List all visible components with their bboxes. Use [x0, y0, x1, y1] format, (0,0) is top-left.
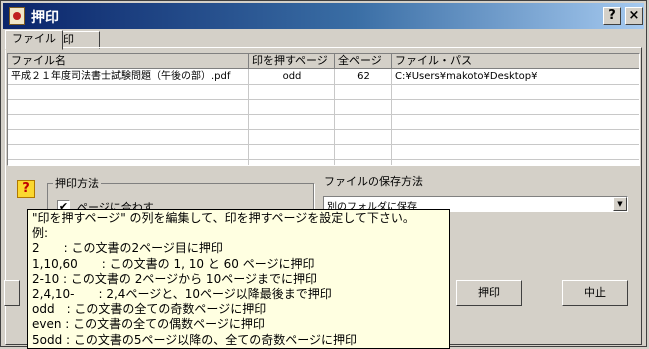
- tooltip-line: 5odd : この文書の5ページ以降の、全ての奇数ページに押印: [32, 332, 358, 347]
- cell-total-pages: 62: [357, 71, 370, 82]
- app-stamp-icon: [9, 7, 25, 25]
- partial-button[interactable]: [4, 280, 20, 306]
- grid-row-line: [8, 144, 639, 145]
- column-header-file-name[interactable]: ファイル名: [8, 54, 249, 69]
- help-tooltip: "印を押すページ" の列を編集して、印を押すページを設定して下さい。 例: 2 …: [27, 209, 450, 349]
- cancel-button[interactable]: 中止: [562, 280, 628, 306]
- stamp-button[interactable]: 押印: [456, 280, 522, 306]
- title-bar[interactable]: 押印 ? ×: [3, 3, 644, 29]
- tooltip-line: even : この文書の全ての偶数ページに押印: [32, 317, 265, 332]
- file-grid[interactable]: ファイル名 印を押すページ 全ページ ファイル・パス 平成２１年度司法書士試験問…: [7, 53, 640, 166]
- save-method-label: ファイルの保存方法: [324, 175, 423, 188]
- window-title: 押印: [31, 10, 59, 26]
- tooltip-line: 2 : この文書の2ページ目に押印: [32, 241, 223, 256]
- cell-stamp-pages[interactable]: odd: [249, 70, 335, 84]
- grid-row-line: [8, 129, 639, 130]
- column-header-file-path[interactable]: ファイル・パス: [392, 54, 639, 69]
- tooltip-line: odd : この文書の全ての奇数ページに押印: [32, 302, 267, 317]
- grid-row-line: [8, 84, 639, 85]
- help-button[interactable]: ?: [603, 7, 621, 25]
- tooltip-line: 1,10,60 : この文書の 1, 10 と 60 ページに押印: [32, 256, 315, 271]
- grid-row-line: [8, 99, 639, 100]
- tooltip-line: "印を押すページ" の列を編集して、印を押すページを設定して下さい。: [32, 211, 415, 225]
- column-header-total-pages[interactable]: 全ページ: [335, 54, 392, 69]
- help-question-icon[interactable]: ?: [17, 180, 35, 198]
- tooltip-line: 2,4,10- : 2,4ページと、10ページ以降最後まで押印: [32, 287, 332, 302]
- tooltip-line: 2-10 : この文書の 2ページから 10ページまでに押印: [32, 271, 317, 286]
- chevron-down-icon[interactable]: ▼: [613, 197, 627, 211]
- cell-file-name: 平成２１年度司法書士試験問題（午後の部）.pdf: [11, 71, 231, 82]
- stamp-method-label: 押印方法: [53, 175, 101, 191]
- grid-row-line: [8, 114, 639, 115]
- close-button[interactable]: ×: [625, 7, 643, 25]
- grid-row-line: [8, 159, 639, 160]
- tab-file[interactable]: ファイル: [5, 30, 63, 50]
- tooltip-line: 例:: [32, 226, 49, 241]
- column-header-stamp-pages[interactable]: 印を押すページ: [249, 54, 335, 69]
- cell-file-path: C:¥Users¥makoto¥Desktop¥: [395, 71, 538, 82]
